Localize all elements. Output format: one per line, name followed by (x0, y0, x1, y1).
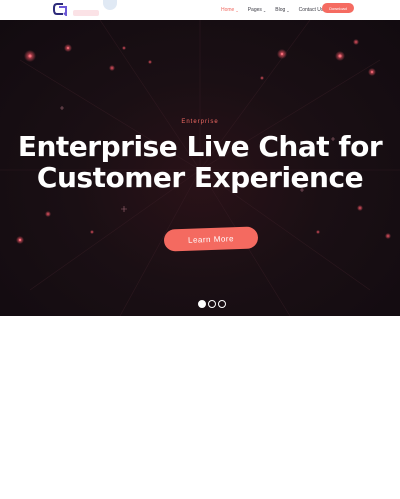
nav-item-home[interactable]: Home ⌄ (221, 5, 239, 15)
slider-dot-2[interactable] (208, 300, 216, 308)
nav-item-pages[interactable]: Pages ⌄ (248, 5, 267, 15)
hero-title-line-2: Customer Experience (36, 161, 364, 194)
hero-eyebrow: Enterprise (181, 119, 219, 125)
download-button[interactable]: Download (322, 3, 354, 13)
chat-bubble-decoration (103, 0, 117, 10)
nav-item-label: Blog (275, 7, 286, 13)
learn-more-button[interactable]: Learn More (163, 226, 259, 252)
nav-item-label: Pages (247, 7, 262, 13)
logo-wordmark (73, 10, 99, 16)
nav-item-label: Home (221, 7, 235, 13)
main-nav: Home ⌄ Pages ⌄ Blog ⌄ Contact Us ⌄ (221, 5, 328, 15)
hero-slider: Enterprise Enterprise Live Chat for Cust… (0, 20, 400, 316)
hero-title: Enterprise Live Chat for Customer Experi… (0, 131, 400, 193)
slider-pagination (198, 300, 226, 308)
slider-dot-3[interactable] (218, 300, 226, 308)
nav-item-blog[interactable]: Blog ⌄ (275, 5, 289, 15)
nav-item-label: Contact Us (298, 7, 324, 13)
hero-title-line-1: Enterprise Live Chat for (17, 130, 383, 163)
site-header: Home ⌄ Pages ⌄ Blog ⌄ Contact Us ⌄ Downl… (0, 0, 400, 20)
slider-dot-1[interactable] (198, 300, 206, 308)
chevron-down-icon: ⌄ (235, 8, 239, 13)
chevron-down-icon: ⌄ (286, 8, 290, 13)
logo-icon[interactable] (52, 2, 68, 16)
chevron-down-icon: ⌄ (262, 8, 267, 13)
